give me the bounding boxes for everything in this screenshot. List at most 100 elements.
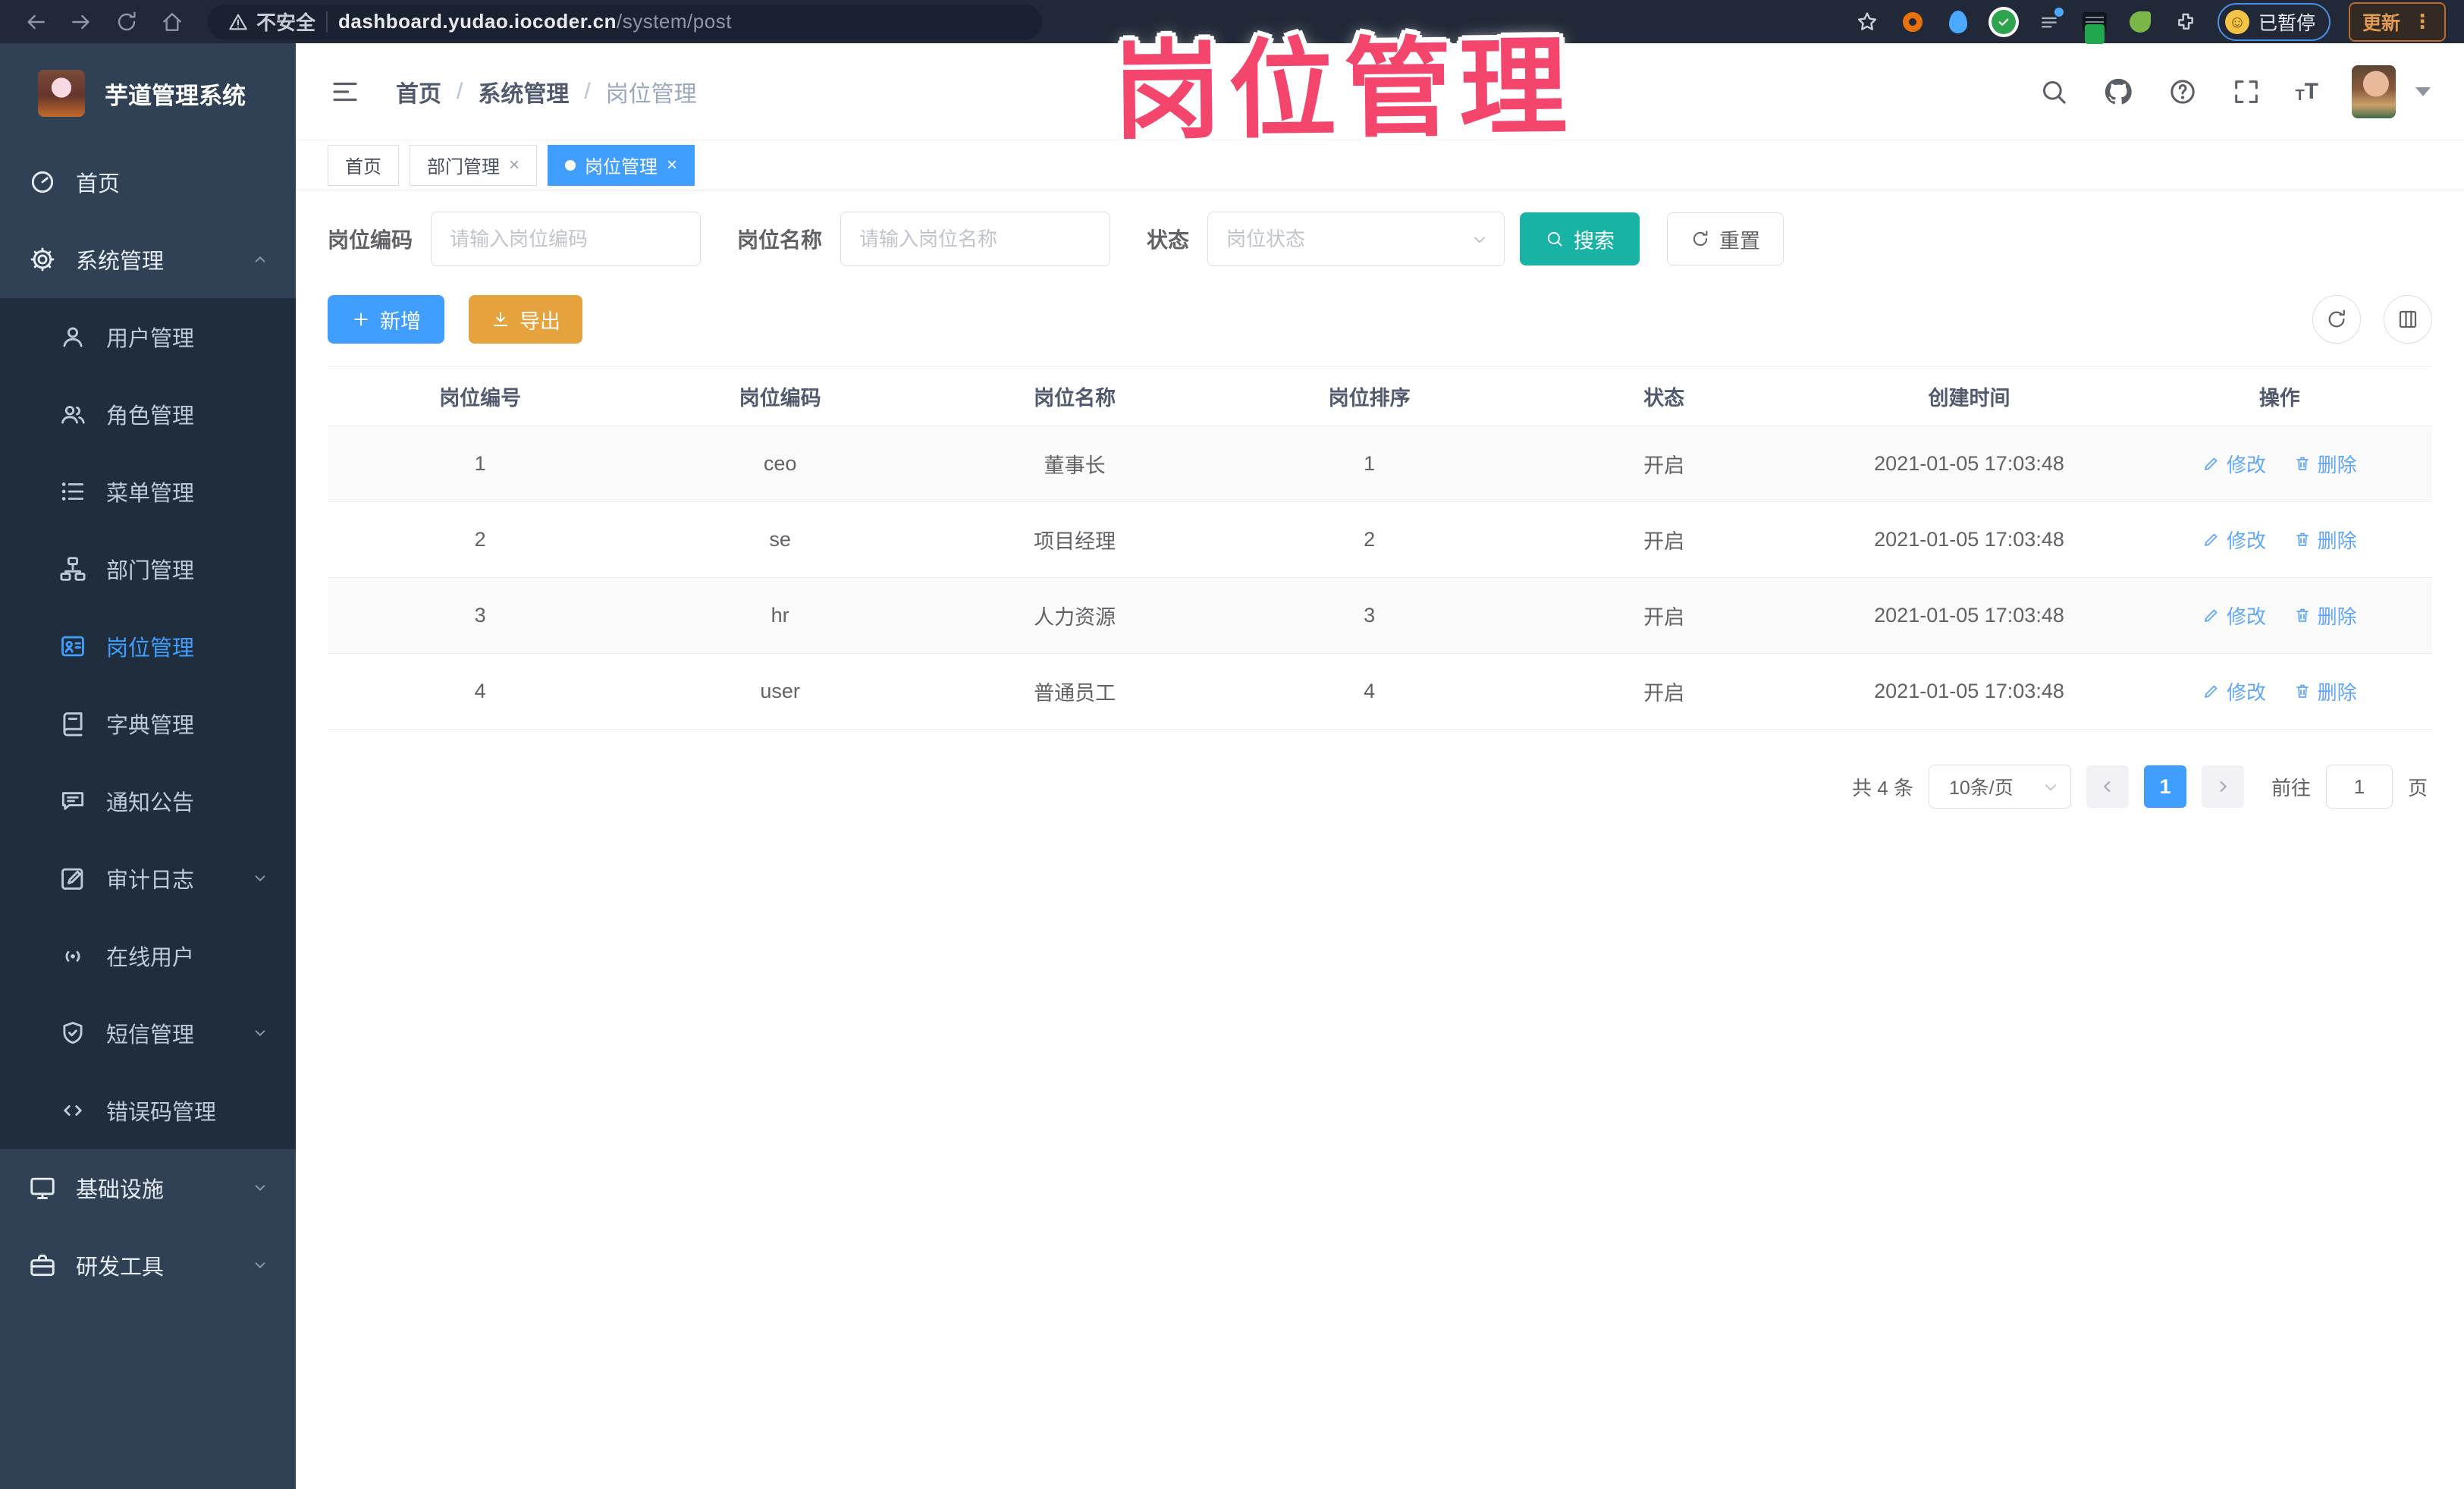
close-icon[interactable]: × [667, 155, 677, 176]
col-header-post-no: 岗位编号 [328, 366, 633, 426]
sidebar-item-roles[interactable]: 角色管理 [0, 375, 296, 453]
refresh-table-button[interactable] [2312, 295, 2361, 344]
delete-link[interactable]: 删除 [2293, 677, 2357, 705]
profile-paused-badge[interactable]: ☺ 已暂停 [2217, 2, 2331, 41]
fullscreen-icon[interactable] [2231, 77, 2262, 107]
chevron-right-icon [2220, 781, 2227, 793]
address-bar[interactable]: 不安全 dashboard.yudao.iocoder.cn/system/po… [208, 4, 1042, 39]
active-dot [565, 159, 576, 171]
sidebar-item-infrastructure[interactable]: 基础设施 [0, 1149, 296, 1227]
page-number-button[interactable]: 1 [2143, 765, 2186, 808]
table-row: 2 se 项目经理 2 开启 2021-01-05 17:03:48 修改 删除 [328, 501, 2432, 578]
browser-reload-button[interactable] [109, 5, 144, 39]
table-row: 4 user 普通员工 4 开启 2021-01-05 17:03:48 修改 … [328, 653, 2432, 730]
sidebar-item-notices[interactable]: 通知公告 [0, 762, 296, 840]
help-icon[interactable] [2167, 77, 2198, 107]
refresh-icon [1693, 231, 1708, 247]
breadcrumb-section[interactable]: 系统管理 [478, 75, 569, 108]
status-select-input[interactable] [1207, 212, 1505, 266]
sidebar-item-departments[interactable]: 部门管理 [0, 530, 296, 608]
extension-blue-icon[interactable] [1945, 8, 1972, 36]
extensions-puzzle-icon[interactable] [2172, 8, 2199, 36]
font-size-icon[interactable]: TT [2295, 80, 2318, 103]
sidebar-item-sms[interactable]: 短信管理 [0, 994, 296, 1072]
status-select[interactable] [1207, 212, 1505, 266]
sidebar-item-error-codes[interactable]: 错误码管理 [0, 1072, 296, 1149]
sidebar-item-dictionary[interactable]: 字典管理 [0, 685, 296, 762]
app-logo-row[interactable]: 芋道管理系统 [0, 43, 296, 143]
status-text: 开启 [1516, 577, 1812, 654]
extension-green-check-icon[interactable] [1990, 8, 2017, 36]
users-icon [58, 400, 88, 429]
url-host: dashboard.yudao.iocoder.cn [338, 10, 617, 33]
browser-forward-button[interactable] [64, 5, 99, 39]
sidebar: 芋道管理系统 首页 系统管理 用户管理 角色管理 菜单管理 部门管理 岗位管理 … [0, 43, 296, 1489]
add-button[interactable]: 新增 [328, 295, 444, 344]
sidebar-item-devtools[interactable]: 研发工具 [0, 1227, 296, 1304]
page-content: 岗位编码 岗位名称 状态 搜索 [296, 190, 2464, 1489]
delete-link[interactable]: 删除 [2293, 450, 2357, 478]
tab-home[interactable]: 首页 [328, 144, 399, 186]
pencil-icon [2205, 533, 2218, 547]
id-badge-icon [58, 632, 88, 661]
delete-link[interactable]: 删除 [2293, 526, 2357, 554]
user-avatar[interactable] [2352, 64, 2396, 118]
github-icon[interactable] [2102, 76, 2134, 108]
extension-orange-icon[interactable] [1899, 8, 1926, 36]
extension-leaf-icon[interactable] [2127, 8, 2154, 36]
posts-table: 岗位编号 岗位编码 岗位名称 岗位排序 状态 创建时间 操作 1 ceo 董事长 [328, 366, 2432, 730]
sidebar-item-home[interactable]: 首页 [0, 143, 296, 221]
extension-grid-icon[interactable] [2036, 7, 2064, 36]
browser-back-button[interactable] [18, 5, 53, 39]
edit-link[interactable]: 修改 [2202, 602, 2266, 630]
url-path: /system/post [616, 10, 732, 33]
tab-departments[interactable]: 部门管理 × [410, 144, 538, 186]
pencil-icon [2205, 609, 2218, 623]
chevron-down-icon [250, 1255, 270, 1275]
close-icon[interactable]: × [509, 155, 519, 176]
sidebar-item-audit-log[interactable]: 审计日志 [0, 840, 296, 917]
update-label: 更新 [2362, 12, 2400, 34]
column-settings-button[interactable] [2384, 295, 2432, 344]
sidebar-item-online-users[interactable]: 在线用户 [0, 917, 296, 994]
export-button[interactable]: 导出 [469, 295, 582, 344]
delete-link[interactable]: 删除 [2293, 602, 2357, 630]
search-button[interactable]: 搜索 [1520, 212, 1640, 265]
security-warning[interactable]: 不安全 [228, 8, 315, 36]
edit-link[interactable]: 修改 [2202, 450, 2266, 478]
chevron-down-icon [1470, 230, 1489, 250]
pencil-icon [2205, 685, 2218, 699]
next-page-button[interactable] [2201, 765, 2244, 808]
post-code-input[interactable] [431, 212, 702, 266]
browser-menu-icon[interactable]: ⋮ [2412, 11, 2432, 30]
sidebar-item-menus[interactable]: 菜单管理 [0, 453, 296, 530]
search-icon[interactable] [2039, 77, 2069, 107]
browser-update-button[interactable]: 更新 ⋮ [2348, 2, 2446, 42]
sidebar-toggle-icon[interactable] [329, 76, 361, 108]
page-size-select[interactable] [1928, 765, 2071, 809]
sidebar-item-users[interactable]: 用户管理 [0, 298, 296, 375]
breadcrumb: 首页 / 系统管理 / 岗位管理 [396, 75, 697, 108]
breadcrumb-home[interactable]: 首页 [396, 75, 441, 108]
sidebar-item-posts[interactable]: 岗位管理 [0, 608, 296, 685]
code-icon [58, 1096, 88, 1125]
browser-home-button[interactable] [155, 5, 190, 39]
post-name-input[interactable] [840, 212, 1111, 266]
profile-emoji-icon: ☺ [2224, 9, 2249, 34]
url-divider [326, 11, 328, 33]
page-unit: 页 [2407, 776, 2428, 799]
sidebar-item-system[interactable]: 系统管理 [0, 221, 296, 298]
tab-posts[interactable]: 岗位管理 × [548, 144, 695, 186]
goto-page-input[interactable] [2325, 765, 2393, 809]
extension-dark-icon[interactable] [2081, 8, 2108, 44]
edit-link[interactable]: 修改 [2202, 677, 2266, 705]
reset-button[interactable]: 重置 [1667, 212, 1784, 265]
warning-icon [229, 14, 247, 30]
prev-page-button[interactable] [2086, 765, 2129, 808]
status-text: 开启 [1516, 426, 1812, 502]
dashboard-icon [27, 168, 58, 196]
bookmark-star-icon[interactable] [1853, 8, 1881, 36]
sidebar-submenu-system: 用户管理 角色管理 菜单管理 部门管理 岗位管理 字典管理 通知公告 审计日志 … [0, 298, 296, 1149]
edit-link[interactable]: 修改 [2202, 526, 2266, 554]
avatar-caret-icon[interactable] [2415, 86, 2431, 96]
